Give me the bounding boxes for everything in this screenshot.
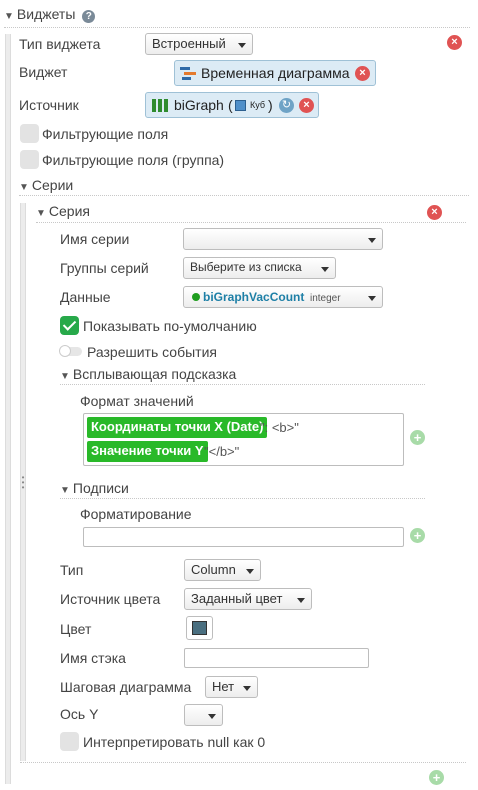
timeline-icon: [180, 67, 198, 81]
data-label: Данные: [60, 289, 111, 305]
null-as-zero-checkbox[interactable]: [60, 732, 79, 751]
source-chip[interactable]: biGraph ( Куб ) ↻ ×: [145, 92, 319, 118]
series-section-divider: [19, 195, 469, 196]
allow-events-label: Разрешить события: [87, 344, 217, 360]
filter-fields-group-checkbox[interactable]: [20, 150, 39, 169]
value-format-label: Формат значений: [80, 393, 194, 409]
allow-events-toggle[interactable]: [59, 345, 82, 357]
labels-section-title: Подписи: [72, 480, 129, 496]
step-chart-value: Нет: [212, 679, 235, 694]
labels-section-header[interactable]: ▼ Подписи: [60, 480, 129, 496]
series-name-label: Имя серии: [60, 231, 130, 247]
value-format-editor[interactable]: Координаты точки X (Date) ": <b>" Значен…: [83, 413, 404, 466]
series-groups-value: Выберите из списка: [190, 260, 302, 274]
drag-handle-icon[interactable]: • • •: [20, 474, 26, 492]
data-field-type: integer: [309, 293, 341, 304]
caret-down-icon: [368, 238, 376, 243]
axis-y-select[interactable]: [184, 704, 223, 726]
add-formatting-icon[interactable]: +: [410, 528, 425, 543]
data-select[interactable]: biGraphVacCount integer: [183, 286, 383, 308]
format-text-2: "</b>": [204, 444, 240, 459]
stack-name-input[interactable]: [184, 648, 369, 668]
null-as-zero-label: Интерпретировать null как 0: [83, 734, 266, 750]
show-default-label: Показывать по-умолчанию: [83, 318, 257, 334]
format-text-1: ": <b>": [260, 420, 299, 435]
series-name-select[interactable]: [183, 228, 383, 250]
widget-type-value: Встроенный: [152, 36, 226, 51]
format-token-y-value[interactable]: Значение точки Y: [87, 441, 208, 462]
series-end-divider: [20, 762, 466, 763]
series-groups-label: Группы серий: [60, 260, 149, 276]
color-source-select[interactable]: Заданный цвет: [184, 588, 312, 610]
data-field-name: biGraphVacCount: [203, 290, 305, 304]
caret-down-icon: [208, 714, 216, 719]
green-dot-icon: [192, 293, 200, 301]
chevron-down-icon: ▼: [60, 485, 70, 496]
chart-type-label: Тип: [60, 562, 84, 578]
remove-series-icon[interactable]: ×: [427, 205, 442, 220]
color-source-value: Заданный цвет: [191, 591, 283, 606]
color-label: Цвет: [60, 621, 92, 637]
source-name: biGraph: [174, 97, 224, 113]
step-chart-label: Шаговая диаграмма: [60, 679, 192, 695]
color-swatch: [192, 621, 207, 635]
chevron-down-icon: ▼: [4, 11, 14, 22]
widget-type-label: Тип виджета: [19, 36, 101, 52]
caret-down-icon: [297, 598, 305, 603]
series-section-title: Серии: [31, 177, 74, 193]
chevron-down-icon: ▼: [36, 208, 46, 219]
series-section-header[interactable]: ▼ Серии: [19, 177, 73, 193]
chevron-down-icon: ▼: [60, 371, 70, 382]
filter-fields-label: Фильтрующие поля: [42, 126, 169, 142]
color-picker[interactable]: [186, 616, 213, 640]
labels-divider: [60, 498, 425, 499]
remove-widget-chip-icon[interactable]: ×: [355, 66, 370, 81]
widget-resize-bar[interactable]: [5, 34, 11, 784]
show-default-checkbox[interactable]: [60, 316, 79, 335]
series-item-header[interactable]: ▼ Серия: [36, 203, 90, 219]
chart-type-value: Column: [191, 562, 236, 577]
filter-fields-group-label: Фильтрующие поля (группа): [42, 152, 225, 168]
remove-widget-icon[interactable]: ×: [447, 35, 462, 50]
widget-chip[interactable]: Временная диаграмма ×: [174, 60, 376, 86]
caret-down-icon: [238, 43, 246, 48]
tooltip-section-header[interactable]: ▼ Всплывающая подсказка: [60, 366, 236, 382]
question-circle-icon[interactable]: ?: [82, 10, 96, 23]
chevron-down-icon: ▼: [19, 182, 29, 193]
table-grid-icon: [152, 99, 168, 112]
widget-label: Виджет: [19, 64, 68, 80]
source-label: Источник: [19, 97, 79, 113]
widget-chip-label: Временная диаграмма: [201, 65, 350, 81]
formatting-input[interactable]: [83, 527, 404, 547]
tooltip-divider: [60, 384, 425, 385]
chart-type-select[interactable]: Column: [184, 559, 261, 581]
caret-down-icon: [368, 296, 376, 301]
step-chart-select[interactable]: Нет: [205, 676, 258, 698]
formatting-label: Форматирование: [80, 506, 192, 522]
header-divider: [4, 27, 470, 28]
format-token-x-date[interactable]: Координаты точки X (Date): [87, 417, 268, 438]
add-format-token-icon[interactable]: +: [410, 430, 425, 445]
stack-name-label: Имя стэка: [60, 650, 126, 666]
tooltip-section-title: Всплывающая подсказка: [72, 366, 237, 382]
source-kind: Куб: [250, 100, 265, 110]
axis-y-label: Ось Y: [60, 706, 99, 722]
source-paren-open: (: [228, 97, 233, 113]
cube-icon: [235, 100, 246, 111]
series-item-title: Серия: [48, 203, 90, 219]
color-source-label: Источник цвета: [60, 591, 161, 607]
source-paren-close: ): [268, 97, 273, 113]
caret-down-icon: [246, 569, 254, 574]
widgets-header[interactable]: ▼ Виджеты ?: [4, 6, 96, 23]
filter-fields-checkbox[interactable]: [20, 124, 39, 143]
caret-down-icon: [243, 686, 251, 691]
widget-type-select[interactable]: Встроенный: [145, 33, 253, 55]
caret-down-icon: [321, 267, 329, 272]
series-groups-select[interactable]: Выберите из списка: [183, 257, 336, 279]
remove-source-icon[interactable]: ×: [299, 98, 314, 113]
refresh-icon[interactable]: ↻: [279, 98, 294, 113]
widgets-title: Виджеты: [16, 6, 76, 22]
add-series-icon[interactable]: +: [429, 770, 444, 785]
series-item-divider: [36, 222, 466, 223]
